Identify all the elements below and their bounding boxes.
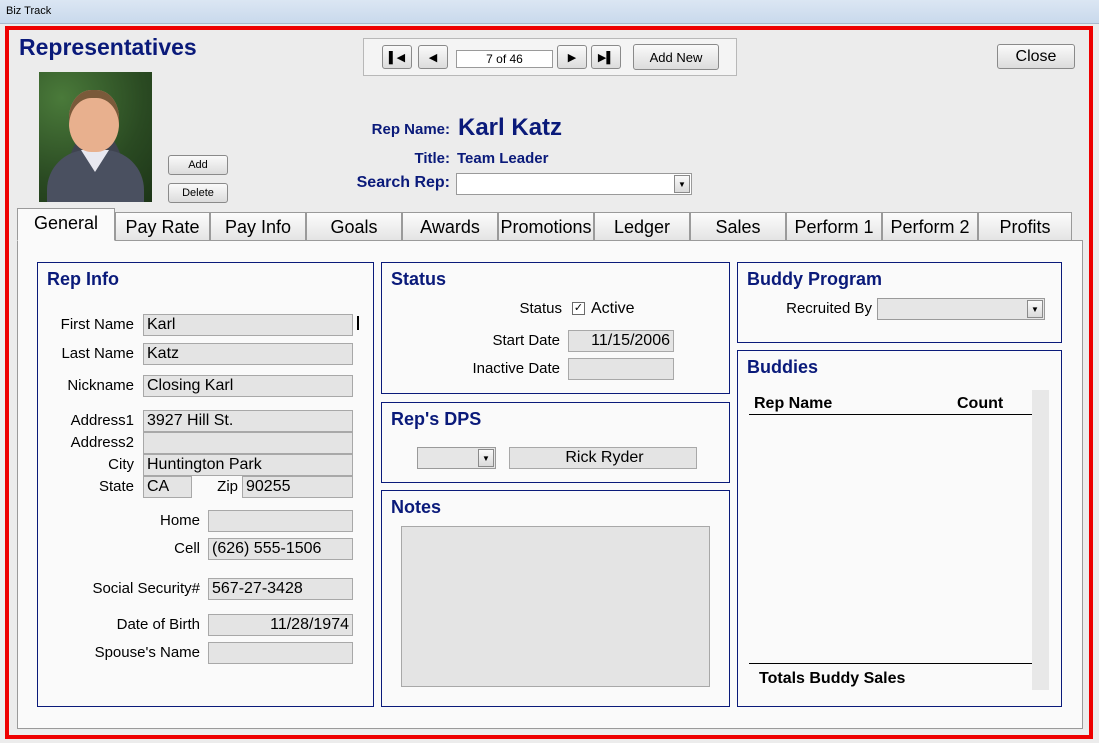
previous-record-icon: ◀ — [428, 51, 438, 64]
city-field[interactable]: Huntington Park — [143, 454, 353, 476]
previous-record-button[interactable]: ◀ — [418, 45, 448, 69]
last-record-icon: ▶▌ — [597, 51, 615, 64]
tab-pay-rate[interactable]: Pay Rate — [115, 212, 210, 240]
buddies-col-rep-name: Rep Name — [754, 395, 833, 412]
recruited-by-label: Recruited By — [786, 300, 872, 317]
rep-info-title: Rep Info — [47, 269, 119, 289]
dob-field[interactable]: 11/28/1974 — [208, 614, 353, 636]
inactive-date-field[interactable] — [568, 358, 674, 380]
tab-general[interactable]: General — [17, 208, 115, 241]
search-rep-dropdown[interactable]: ▼ — [456, 173, 692, 195]
zip-label: Zip — [217, 478, 238, 495]
home-phone-field[interactable] — [208, 510, 353, 532]
chevron-down-icon[interactable]: ▼ — [478, 449, 494, 467]
recruited-by-dropdown[interactable]: ▼ — [877, 298, 1045, 320]
checkmark-icon: ✓ — [573, 302, 584, 314]
tab-promotions[interactable]: Promotions — [498, 212, 594, 240]
buddies-title: Buddies — [747, 357, 819, 377]
record-counter[interactable]: 7 of 46 — [456, 50, 553, 68]
tab-profits[interactable]: Profits — [978, 212, 1072, 240]
tab-pay-info[interactable]: Pay Info — [210, 212, 306, 240]
dps-name-field[interactable]: Rick Ryder — [509, 447, 697, 469]
first-name-label: First Name — [60, 316, 134, 333]
status-title: Status — [391, 269, 447, 289]
tab-ledger[interactable]: Ledger — [594, 212, 690, 240]
nickname-label: Nickname — [67, 377, 134, 394]
dob-label: Date of Birth — [116, 616, 200, 633]
next-record-icon: ▶ — [567, 51, 577, 64]
photo-delete-button[interactable]: Delete — [168, 183, 228, 203]
start-date-label: Start Date — [492, 332, 560, 349]
last-name-field[interactable]: Katz — [143, 343, 353, 365]
spouse-name-field[interactable] — [208, 642, 353, 664]
spouse-name-label: Spouse's Name — [94, 644, 200, 661]
chevron-down-icon[interactable]: ▼ — [674, 175, 690, 193]
inactive-date-label: Inactive Date — [472, 360, 560, 377]
buddy-program-title: Buddy Program — [747, 269, 883, 289]
active-label: Active — [591, 300, 635, 317]
tab-perform-2[interactable]: Perform 2 — [882, 212, 978, 240]
title-value: Team Leader — [457, 150, 549, 167]
close-button[interactable]: Close — [997, 44, 1075, 69]
state-field[interactable]: CA — [143, 476, 192, 498]
cell-phone-label: Cell — [174, 540, 200, 557]
last-name-label: Last Name — [61, 345, 134, 362]
address1-label: Address1 — [70, 412, 134, 429]
first-record-icon: ▌◀ — [388, 51, 406, 64]
tab-sales[interactable]: Sales — [690, 212, 786, 240]
notes-title: Notes — [391, 497, 442, 517]
rep-photo — [39, 72, 152, 202]
address2-label: Address2 — [70, 434, 134, 451]
totals-buddy-sales-label: Totals Buddy Sales — [759, 670, 906, 687]
nickname-field[interactable]: Closing Karl — [143, 375, 353, 397]
ssn-label: Social Security# — [92, 580, 200, 597]
buddies-col-count: Count — [957, 395, 1004, 412]
address2-field[interactable] — [143, 432, 353, 454]
chevron-down-icon[interactable]: ▼ — [1027, 300, 1043, 318]
buddies-header-divider — [749, 414, 1032, 415]
ssn-field[interactable]: 567-27-3428 — [208, 578, 353, 600]
rep-name-label: Rep Name: — [371, 121, 450, 138]
add-new-button[interactable]: Add New — [633, 44, 719, 70]
search-rep-label: Search Rep: — [356, 174, 450, 191]
state-label: State — [98, 478, 134, 495]
zip-field[interactable]: 90255 — [242, 476, 353, 498]
buddies-scrollbar[interactable] — [1032, 390, 1049, 690]
tab-goals[interactable]: Goals — [306, 212, 402, 240]
text-cursor — [357, 316, 359, 330]
first-record-button[interactable]: ▌◀ — [382, 45, 412, 69]
notes-textarea[interactable] — [401, 526, 710, 687]
address1-field[interactable]: 3927 Hill St. — [143, 410, 353, 432]
start-date-field[interactable]: 11/15/2006 — [568, 330, 674, 352]
status-label: Status — [519, 300, 562, 317]
active-checkbox[interactable]: ✓ — [572, 302, 585, 315]
dps-dropdown[interactable]: ▼ — [417, 447, 496, 469]
tab-perform-1[interactable]: Perform 1 — [786, 212, 882, 240]
window-titlebar: Biz Track — [0, 0, 1099, 24]
home-phone-label: Home — [159, 512, 200, 529]
photo-add-button[interactable]: Add — [168, 155, 228, 175]
rep-name-value: Karl Katz — [458, 114, 563, 141]
cell-phone-field[interactable]: (626) 555-1506 — [208, 538, 353, 560]
buddies-footer-divider — [749, 663, 1032, 664]
last-record-button[interactable]: ▶▌ — [591, 45, 621, 69]
tab-awards[interactable]: Awards — [402, 212, 498, 240]
reps-dps-title: Rep's DPS — [391, 409, 482, 429]
window-title: Biz Track — [6, 5, 52, 17]
city-label: City — [108, 456, 134, 473]
page-title: Representatives — [19, 34, 197, 60]
next-record-button[interactable]: ▶ — [557, 45, 587, 69]
first-name-field[interactable]: Karl — [143, 314, 353, 336]
title-label: Title: — [414, 150, 450, 167]
